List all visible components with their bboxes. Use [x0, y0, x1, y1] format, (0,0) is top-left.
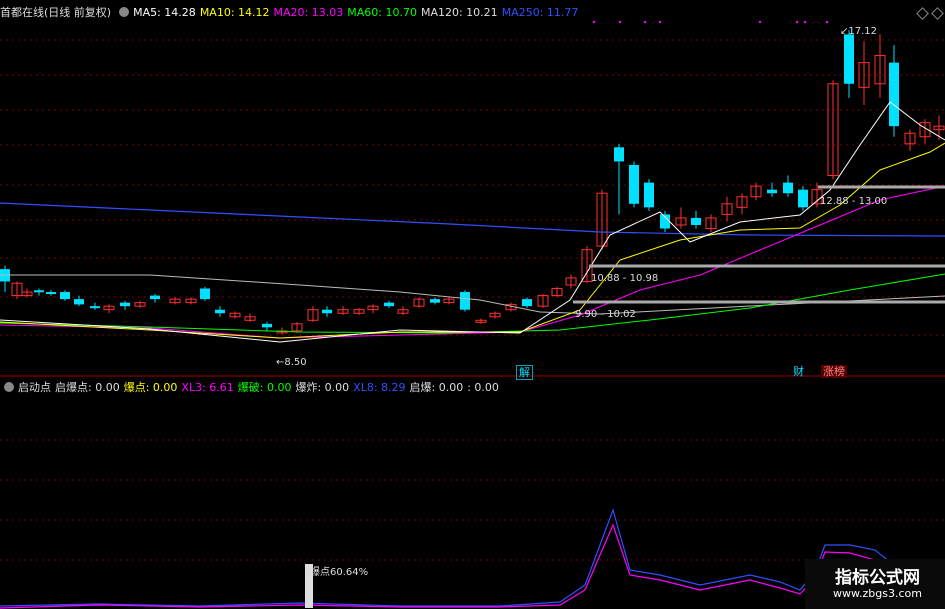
indicator-legend-item: XL3: 6.61	[181, 381, 234, 394]
candle	[644, 182, 654, 208]
marker-dot	[618, 20, 622, 24]
candle	[384, 302, 394, 307]
candle	[74, 299, 84, 305]
settings-icon[interactable]	[4, 382, 14, 392]
unlock-tag[interactable]: 解	[516, 365, 533, 380]
ma10-line	[0, 142, 945, 339]
finance-tag[interactable]: 财	[791, 365, 806, 378]
candlestick-chart[interactable]	[0, 0, 945, 609]
candle	[34, 290, 44, 293]
candle	[322, 309, 332, 314]
ma-legend-item: MA60: 10.70	[347, 6, 417, 19]
candle	[46, 292, 56, 295]
watermark-url: www.zbgs3.com	[833, 587, 922, 600]
indicator-legend-item: 启爆点: 0.00	[55, 381, 120, 394]
marker-dot	[758, 20, 762, 24]
high-price-label: ↙17.12	[840, 26, 878, 37]
candle	[629, 164, 639, 204]
marker-dot	[643, 20, 647, 24]
candle	[200, 288, 210, 300]
percent-label: 爆点60.64%	[310, 567, 369, 578]
zone-label: 10.88 - 10.98	[591, 273, 659, 284]
marker-dot	[795, 20, 799, 24]
candle	[120, 302, 130, 307]
settings-icon[interactable]	[119, 7, 130, 17]
xl3-line	[0, 523, 945, 609]
ma-legend-item: MA10: 14.12	[199, 6, 270, 19]
candle	[150, 295, 160, 300]
indicator-legend-item: XL8: 8.29	[353, 381, 406, 394]
candle	[60, 292, 70, 300]
ma120-line	[0, 274, 945, 315]
indicator-legend: 启动点 启爆点: 0.00 爆点: 0.00 XL3: 6.61 爆破: 0.00 爆炸:…	[0, 380, 507, 396]
marker-dot	[803, 20, 807, 24]
marker-dot	[592, 20, 596, 24]
candle	[783, 182, 793, 194]
ma-legend-item: MA120: 10.21	[420, 6, 498, 19]
indicator-legend-item: 启爆: 0.00	[409, 381, 464, 394]
indicator-legend-item: 爆点: 0.00	[123, 381, 178, 394]
candle	[767, 189, 777, 194]
candle	[262, 323, 272, 328]
limit-up-tag[interactable]: 涨榜	[821, 365, 847, 378]
candle	[430, 299, 440, 303]
ma-legend-item: MA250: 11.77	[501, 6, 579, 19]
candle	[844, 34, 854, 84]
marker-dot	[658, 20, 662, 24]
candle	[691, 217, 701, 225]
candle	[889, 62, 899, 127]
indicator-legend-item: 启动点	[18, 381, 51, 394]
zone-label: 12.88 - 13.00	[820, 196, 888, 207]
zone-label: 9.90 - 10.02	[575, 309, 636, 320]
candle	[460, 292, 470, 310]
indicator-legend-item: 爆破: 0.00	[237, 381, 292, 394]
ma-legend-item: MA5: 14.28	[133, 6, 196, 19]
candle	[614, 147, 624, 162]
stock-title: 首都在线(日线 前复权)	[0, 6, 112, 19]
ma-legend: 首都在线(日线 前复权) MA5: 14.28 MA10: 14.12 MA20: 1…	[0, 5, 586, 21]
indicator-legend-item: 爆炸: 0.00	[295, 381, 350, 394]
candle	[798, 189, 808, 208]
candle	[90, 306, 100, 309]
candle	[522, 299, 532, 307]
indicator-legend-item: : 0.00	[467, 381, 499, 394]
ma-legend-item: MA20: 13.03	[273, 6, 344, 19]
low-price-label: ←8.50	[276, 357, 307, 368]
xl8-line	[0, 508, 945, 607]
watermark: 指标公式网 www.zbgs3.com	[805, 559, 945, 609]
candle	[215, 309, 225, 314]
marker-dot	[825, 20, 829, 24]
watermark-title: 指标公式网	[835, 568, 920, 588]
